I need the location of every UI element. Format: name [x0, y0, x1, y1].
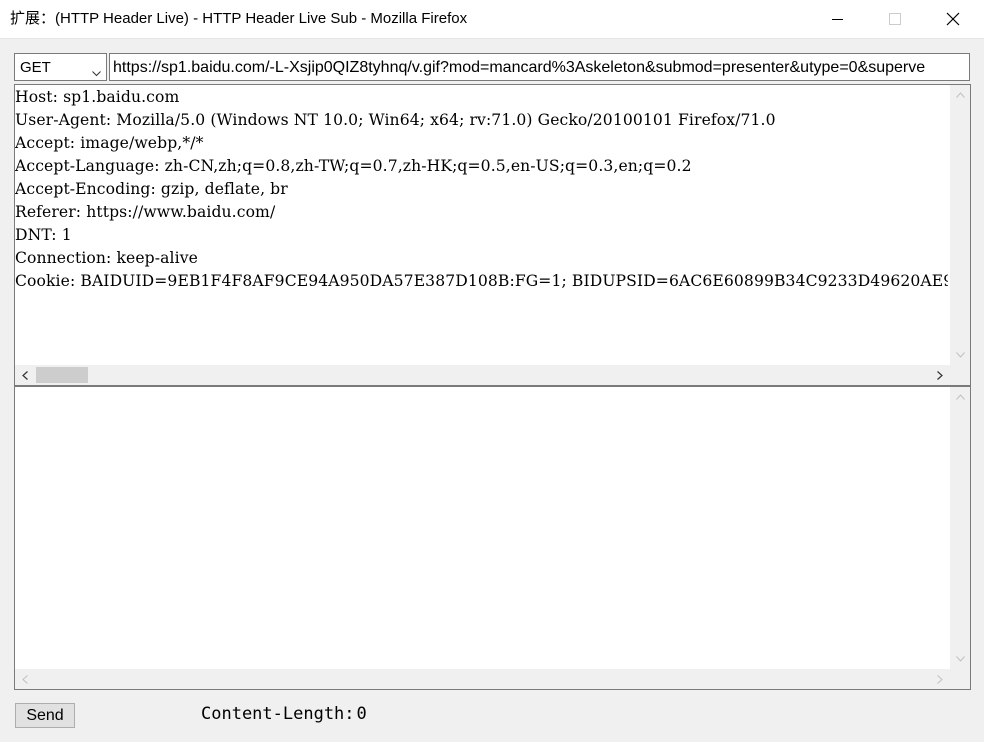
body-text-area[interactable]: [15, 387, 950, 669]
scroll-right-arrow-icon[interactable]: [930, 365, 950, 385]
method-select[interactable]: GET: [14, 53, 107, 81]
send-button[interactable]: Send: [15, 703, 75, 728]
header-line: Connection: keep-alive: [15, 249, 198, 267]
header-line: Accept: image/webp,*/*: [15, 134, 204, 152]
header-line: Host: sp1.baidu.com: [15, 88, 180, 106]
scroll-up-arrow-icon[interactable]: [950, 85, 970, 105]
header-line: Referer: https://www.baidu.com/: [15, 203, 276, 221]
title-bar: 扩展：(HTTP Header Live) - HTTP Header Live…: [0, 0, 984, 39]
headers-text[interactable]: Host: sp1.baidu.com User-Agent: Mozilla/5…: [15, 86, 948, 366]
horizontal-scroll-thumb[interactable]: [36, 367, 88, 383]
scroll-left-arrow-icon[interactable]: [15, 669, 35, 689]
headers-vertical-scrollbar[interactable]: [950, 85, 970, 365]
scrollbar-corner: [950, 669, 970, 689]
header-line: Accept-Language: zh-CN,zh;q=0.8,zh-TW;q=…: [15, 157, 692, 175]
maximize-icon: [889, 13, 901, 25]
scroll-down-arrow-icon[interactable]: [950, 345, 970, 365]
header-line: Accept-Encoding: gzip, deflate, br: [15, 180, 288, 198]
body-horizontal-scrollbar[interactable]: [15, 669, 950, 689]
maximize-button[interactable]: [866, 0, 924, 38]
window-title: 扩展：(HTTP Header Live) - HTTP Header Live…: [10, 10, 468, 27]
minimize-icon: [831, 14, 843, 25]
scroll-right-arrow-icon[interactable]: [930, 669, 950, 689]
content-length-value: 0: [356, 704, 367, 724]
url-input[interactable]: https://sp1.baidu.com/-L-Xsjip0QIZ8tyhnq…: [109, 53, 970, 81]
scroll-down-arrow-icon[interactable]: [950, 649, 970, 669]
scrollbar-corner: [950, 365, 970, 385]
url-text: https://sp1.baidu.com/-L-Xsjip0QIZ8tyhnq…: [113, 59, 926, 76]
header-line: Cookie: BAIDUID=9EB1F4F8AF9CE94A950DA57E…: [15, 272, 948, 290]
close-icon: [946, 12, 960, 26]
scroll-left-arrow-icon[interactable]: [15, 365, 35, 385]
headers-editor[interactable]: Host: sp1.baidu.com User-Agent: Mozilla/5…: [14, 84, 971, 386]
headers-horizontal-scrollbar[interactable]: [15, 365, 950, 385]
content-length-label: Content-Length:: [201, 704, 355, 724]
close-button[interactable]: [924, 0, 982, 38]
method-value: GET: [20, 59, 51, 76]
chevron-down-icon: [92, 64, 101, 82]
body-vertical-scrollbar[interactable]: [950, 387, 970, 669]
header-line: DNT: 1: [15, 226, 72, 244]
body-editor[interactable]: [14, 386, 971, 690]
header-line: User-Agent: Mozilla/5.0 (Windows NT 10.0…: [15, 111, 776, 129]
minimize-button[interactable]: [808, 0, 866, 38]
content-length: Content-Length: 0: [201, 704, 367, 724]
scroll-up-arrow-icon[interactable]: [950, 387, 970, 407]
